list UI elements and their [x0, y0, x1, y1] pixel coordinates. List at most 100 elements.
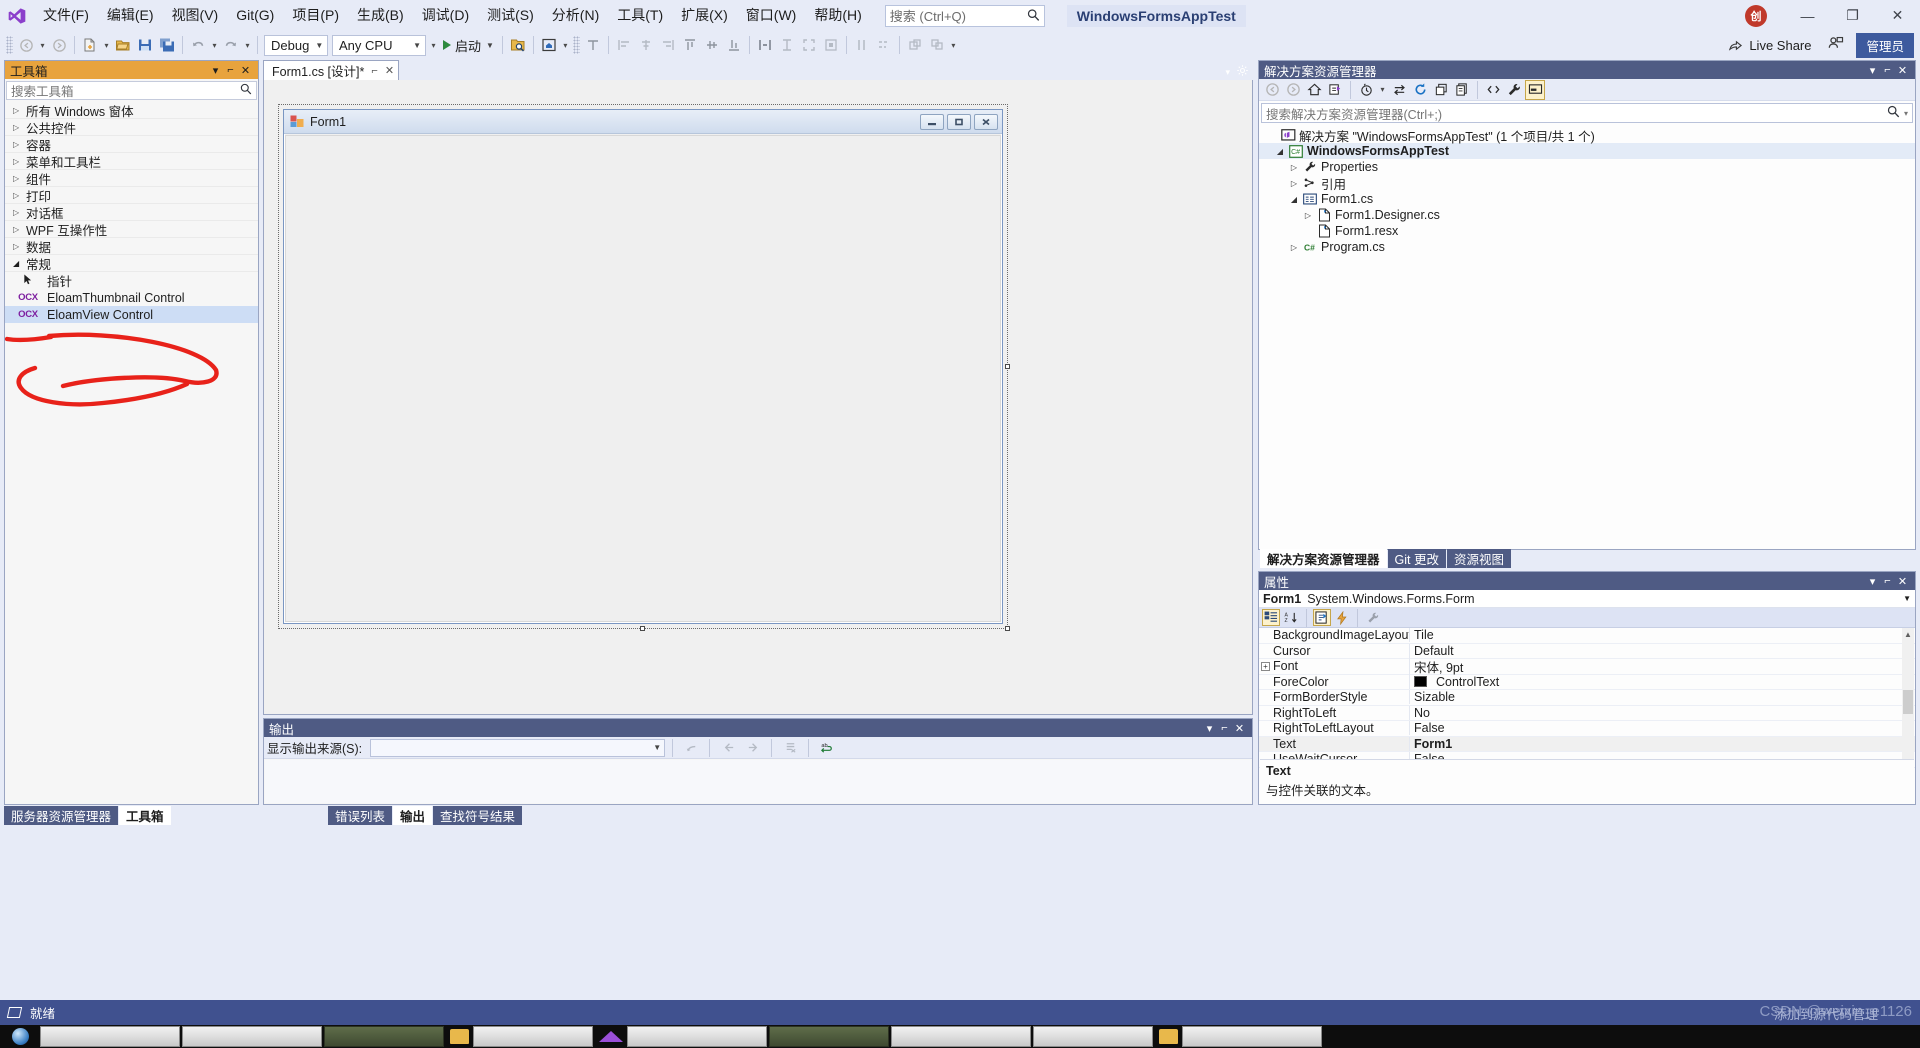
menu-item-debug[interactable]: 调试(D): [413, 0, 478, 31]
toolbox-group-common-controls[interactable]: ▷ 公共控件: [5, 119, 258, 136]
categorized-view-icon[interactable]: [1262, 609, 1280, 626]
pending-changes-icon[interactable]: [1325, 80, 1345, 100]
taskbar-item[interactable]: [1033, 1026, 1153, 1047]
size-to-grid-icon[interactable]: [820, 34, 842, 56]
taskbar-item[interactable]: [182, 1026, 322, 1047]
close-icon[interactable]: ✕: [1895, 575, 1910, 588]
pin-icon[interactable]: ⌐: [1880, 64, 1895, 76]
go-to-previous-message-icon[interactable]: [717, 737, 739, 759]
search-folder-icon[interactable]: [507, 34, 529, 56]
pin-icon[interactable]: ⌐: [371, 65, 377, 77]
close-icon[interactable]: ✕: [1232, 722, 1247, 735]
make-same-width-icon[interactable]: [754, 34, 776, 56]
make-same-size-icon[interactable]: [798, 34, 820, 56]
bring-to-front-icon[interactable]: [904, 34, 926, 56]
property-value[interactable]: 宋体, 9pt: [1409, 656, 1915, 676]
taskbar-item[interactable]: [40, 1026, 180, 1047]
send-to-back-icon[interactable]: [926, 34, 948, 56]
align-centers-icon[interactable]: [635, 34, 657, 56]
align-middles-icon[interactable]: [701, 34, 723, 56]
open-file-icon[interactable]: [112, 34, 134, 56]
close-icon[interactable]: ✕: [1895, 64, 1910, 77]
menu-item-analyze[interactable]: 分析(N): [543, 0, 608, 31]
dock-tab-error-list[interactable]: 错误列表: [328, 806, 393, 825]
taskbar-item[interactable]: [891, 1026, 1031, 1047]
chevron-down-icon[interactable]: ▾: [1865, 575, 1880, 588]
menu-item-project[interactable]: 项目(P): [283, 0, 348, 31]
taskbar-item[interactable]: [1182, 1026, 1322, 1047]
undo-icon[interactable]: [187, 34, 209, 56]
redo-caret-icon[interactable]: ▾: [242, 41, 253, 50]
properties-scrollbar[interactable]: ▲ ▼: [1902, 628, 1914, 769]
align-lefts-icon[interactable]: [613, 34, 635, 56]
pin-icon[interactable]: ⌐: [1880, 575, 1895, 587]
minimize-button[interactable]: —: [1785, 0, 1830, 31]
layout-overflow-caret-icon[interactable]: ▾: [948, 41, 959, 50]
dock-tab-server-explorer[interactable]: 服务器资源管理器: [4, 806, 119, 825]
property-row[interactable]: ForeColor ControlText: [1259, 674, 1915, 690]
toolbar-grip[interactable]: [6, 36, 13, 54]
menu-item-build[interactable]: 生成(B): [348, 0, 413, 31]
align-tops-icon[interactable]: [679, 34, 701, 56]
toolbox-search-input[interactable]: 搜索工具箱: [6, 81, 257, 100]
dock-tab-git-changes[interactable]: Git 更改: [1387, 549, 1446, 568]
show-all-files-icon[interactable]: [1452, 80, 1472, 100]
toolbox-group-dialogs[interactable]: ▷ 对话框: [5, 204, 258, 221]
sync-with-active-document-icon[interactable]: [1389, 80, 1409, 100]
save-icon[interactable]: [134, 34, 156, 56]
folder-icon[interactable]: [1159, 1029, 1178, 1044]
dock-tab-resource-view[interactable]: 资源视图: [1446, 549, 1511, 568]
references-node[interactable]: ▷ 引用: [1259, 175, 1915, 192]
property-value[interactable]: Default: [1409, 643, 1915, 658]
toolbox-group-wpf-interop[interactable]: ▷ WPF 互操作性: [5, 221, 258, 238]
pending-history-icon[interactable]: [1356, 80, 1376, 100]
toolbar-grip-2[interactable]: [572, 36, 580, 54]
chevron-right-icon[interactable]: ▷: [1287, 179, 1301, 188]
go-to-next-message-icon[interactable]: [742, 737, 764, 759]
resize-grip-corner[interactable]: [1005, 626, 1010, 631]
target-caret-icon[interactable]: ▾: [428, 41, 439, 50]
toolbox-item-pointer[interactable]: 指针: [5, 272, 258, 289]
navigate-forward-icon[interactable]: [48, 34, 70, 56]
start-debug-button[interactable]: 启动 ▼: [439, 34, 498, 56]
chevron-right-icon[interactable]: ▷: [1301, 211, 1315, 220]
menu-item-help[interactable]: 帮助(H): [805, 0, 870, 31]
gear-icon[interactable]: [1236, 64, 1249, 80]
property-row[interactable]: BackgroundImageLayout Tile: [1259, 628, 1915, 644]
user-avatar[interactable]: 创: [1745, 4, 1767, 27]
property-row[interactable]: + Font 宋体, 9pt: [1259, 656, 1915, 676]
add-account-icon[interactable]: [1827, 35, 1844, 55]
properties-object-selector[interactable]: Form1 System.Windows.Forms.Form ▼: [1259, 590, 1915, 608]
document-list-caret-icon[interactable]: ▾: [1225, 67, 1230, 78]
property-value[interactable]: No: [1409, 705, 1915, 720]
chevron-right-icon[interactable]: ▷: [1287, 243, 1301, 252]
project-properties-node[interactable]: ▷ Properties: [1259, 159, 1915, 175]
menu-item-git[interactable]: Git(G): [227, 0, 283, 31]
toolbox-group-containers[interactable]: ▷ 容器: [5, 136, 258, 153]
toolbox-group-menus-toolbars[interactable]: ▷ 菜单和工具栏: [5, 153, 258, 170]
menu-item-test[interactable]: 测试(S): [478, 0, 543, 31]
form1-resx-node[interactable]: Form1.resx: [1259, 223, 1915, 239]
restore-button[interactable]: ❐: [1830, 0, 1875, 31]
chevron-down-icon[interactable]: ▾: [1865, 64, 1880, 77]
designer-surface[interactable]: Form1: [263, 80, 1253, 715]
property-row[interactable]: RightToLeftLayout False: [1259, 721, 1915, 737]
pin-icon[interactable]: ⌐: [1217, 722, 1232, 734]
output-text-area[interactable]: [265, 760, 1251, 803]
properties-icon[interactable]: [1504, 80, 1524, 100]
pin-icon[interactable]: ⌐: [223, 64, 238, 76]
chevron-down-icon[interactable]: ▾: [1904, 109, 1908, 118]
more-buttons-caret-icon[interactable]: ▾: [560, 41, 571, 50]
new-project-icon[interactable]: [79, 34, 101, 56]
app-icon[interactable]: [599, 1031, 623, 1042]
home-icon[interactable]: [1304, 80, 1324, 100]
toolbox-group-printing[interactable]: ▷ 打印: [5, 187, 258, 204]
navigate-backward-icon[interactable]: [1262, 80, 1282, 100]
toolbox-group-all-windows-forms[interactable]: ▷ 所有 Windows 窗体: [5, 102, 258, 119]
resize-grip-right[interactable]: [1005, 363, 1010, 369]
menu-item-file[interactable]: 文件(F): [34, 0, 98, 31]
form1-designer-cs-node[interactable]: ▷ Form1.Designer.cs: [1259, 207, 1915, 223]
home-window-icon[interactable]: [538, 34, 560, 56]
property-value[interactable]: False: [1409, 721, 1915, 736]
menu-item-tools[interactable]: 工具(T): [608, 0, 672, 31]
